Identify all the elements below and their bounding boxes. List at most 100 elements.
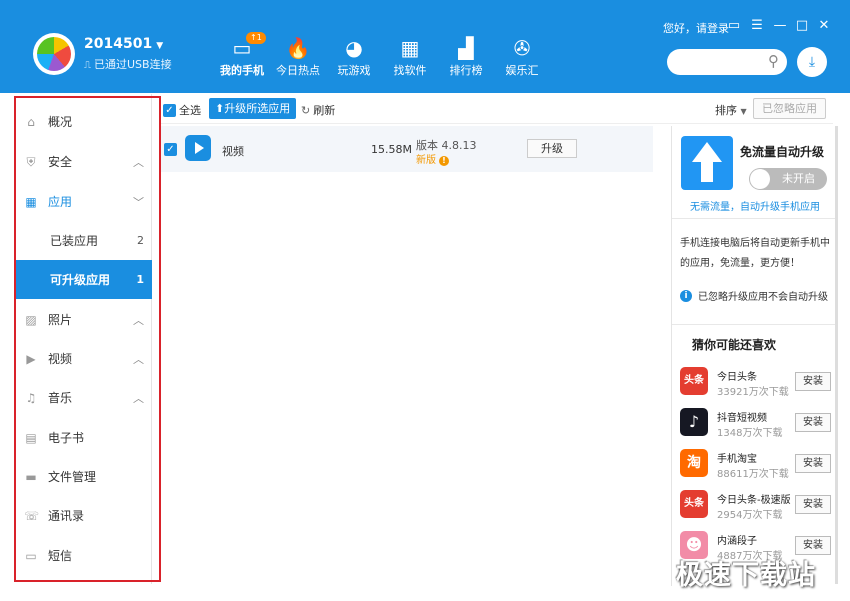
caret-down-icon: ▼	[156, 41, 164, 51]
connection-status: ⎍ 已通过USB连接	[84, 56, 172, 72]
list-item: 头条 今日头条-极速版 2954万次下载 安装	[680, 487, 836, 527]
sort-label: 排序	[715, 104, 737, 117]
rec-app-downloads: 33921万次下载	[717, 387, 789, 398]
upgrade-arrow-icon	[681, 136, 733, 190]
sidebar-item-label: 可升级应用	[50, 273, 111, 287]
watermark: 极速下载站	[676, 560, 816, 591]
sidebar-item-upgradable-apps[interactable]: 可升级应用 1	[14, 260, 152, 299]
chevron-up-icon: ︿	[133, 391, 144, 405]
upgrade-selected-label: 升级所选应用	[224, 102, 291, 115]
chevron-up-icon: ︿	[133, 352, 144, 366]
home-icon: ⌂	[27, 114, 35, 129]
nav-label: 找软件	[393, 64, 427, 77]
install-button[interactable]: 安装	[795, 495, 831, 514]
book-icon: ▤	[25, 430, 37, 445]
douyin-app-icon: ♪	[680, 408, 708, 436]
upgrade-button[interactable]: 升级	[527, 139, 577, 158]
rec-app-downloads: 2954万次下载	[717, 510, 783, 521]
recommendations-title: 猜你可能还喜欢	[692, 338, 777, 352]
nav-my-phone[interactable]: ▭ ↑1 我的手机	[214, 32, 270, 78]
nav-entertainment[interactable]: ✇ 娱乐汇	[494, 34, 550, 78]
download-manager-button[interactable]: ⤓	[797, 47, 827, 77]
nav-hot-topics[interactable]: 🔥 今日热点	[270, 34, 326, 78]
arrow-up-icon: ⬆	[215, 102, 225, 115]
sidebar-item-apps[interactable]: ▦ 应用 ﹀	[14, 182, 152, 221]
rec-app-name: 手机淘宝	[717, 454, 757, 465]
menu-icon[interactable]: ☰	[749, 18, 765, 33]
music-icon: ♫	[25, 390, 37, 405]
sidebar-item-file-manager[interactable]: ▬ 文件管理	[14, 457, 152, 496]
app-logo	[33, 33, 75, 75]
app-name: 视频	[222, 145, 244, 158]
nav-label: 娱乐汇	[505, 64, 539, 77]
connection-label: 已通过USB连接	[94, 58, 172, 71]
shield-icon: ⛨	[26, 154, 36, 169]
item-count: 1	[136, 273, 144, 286]
feedback-icon[interactable]: ▭	[726, 18, 742, 33]
divider	[672, 324, 836, 325]
rec-app-name: 抖音短视频	[717, 413, 767, 424]
select-all-checkbox[interactable]: ✓ 全选	[163, 102, 201, 118]
row-checkbox[interactable]: ✓	[164, 143, 177, 156]
sort-dropdown[interactable]: 排序 ▼	[715, 102, 747, 118]
item-count: 2	[137, 234, 144, 247]
refresh-label: 刷新	[313, 104, 336, 117]
rec-app-downloads: 88611万次下载	[717, 469, 789, 480]
ignore-note: i 已忽略升级应用不会自动升级	[680, 288, 828, 303]
nav-rankings[interactable]: ▟ 排行榜	[438, 34, 494, 78]
nav-software[interactable]: ▦ 找软件	[382, 34, 438, 78]
sidebar-item-contacts[interactable]: ☏ 通讯录	[14, 496, 152, 535]
sidebar-item-label: 安全	[48, 155, 73, 169]
sidebar-item-label: 照片	[48, 313, 73, 327]
toggle-label: 未开启	[782, 172, 815, 185]
sidebar-item-music[interactable]: ♫ 音乐 ︿	[14, 378, 152, 417]
app-size: 15.58M	[371, 143, 412, 156]
minimize-icon[interactable]: —	[772, 18, 788, 33]
sidebar-item-label: 短信	[48, 549, 73, 563]
search-input[interactable]: ⚲	[667, 49, 787, 75]
ignored-apps-button[interactable]: 已忽略应用	[753, 98, 826, 119]
select-all-label: 全选	[179, 104, 201, 117]
new-version-text: 新版	[416, 155, 436, 166]
auto-upgrade-toggle[interactable]: 未开启	[749, 168, 827, 190]
install-button[interactable]: 安装	[795, 372, 831, 391]
close-icon[interactable]: ✕	[816, 18, 832, 33]
video-app-icon	[185, 135, 211, 161]
refresh-button[interactable]: ↻ 刷新	[301, 102, 335, 118]
sidebar-item-photos[interactable]: ▨ 照片 ︿	[14, 300, 152, 339]
sidebar-item-videos[interactable]: ▶ 视频 ︿	[14, 339, 152, 378]
sidebar-item-label: 音乐	[48, 391, 73, 405]
divider	[672, 218, 836, 219]
upgrade-selected-button[interactable]: ⬆升级所选应用	[209, 98, 297, 119]
apps-icon: ▦	[25, 194, 37, 209]
panel-subtitle-link[interactable]: 无需流量，自动升级手机应用	[690, 198, 820, 213]
image-icon: ▨	[25, 312, 37, 327]
sidebar-item-overview[interactable]: ⌂ 概况	[14, 102, 152, 141]
rec-app-name: 今日头条-极速版	[717, 495, 791, 506]
table-row[interactable]: ✓ 视频 15.58M 版本 4.8.13 新版! 升级	[161, 126, 653, 172]
panel-scrollbar[interactable]	[835, 126, 838, 584]
sidebar-item-ebooks[interactable]: ▤ 电子书	[14, 418, 152, 457]
nav-label: 玩游戏	[337, 64, 371, 77]
bar-chart-icon: ▟	[458, 36, 474, 60]
sidebar-item-sms[interactable]: ▭ 短信	[14, 536, 152, 575]
toggle-knob	[750, 169, 770, 189]
sidebar-item-security[interactable]: ⛨ 安全 ︿	[14, 142, 152, 181]
nav-games[interactable]: ◕ 玩游戏	[326, 34, 382, 78]
device-selector[interactable]: 2014501 ▼	[84, 36, 163, 52]
maximize-icon[interactable]: □	[794, 18, 810, 33]
sidebar-item-label: 电子书	[48, 431, 85, 445]
install-button[interactable]: 安装	[795, 413, 831, 432]
list-item: 头条 今日头条 33921万次下载 安装	[680, 364, 836, 404]
nav-label: 排行榜	[449, 64, 483, 77]
sidebar-item-label: 视频	[48, 352, 73, 366]
install-button[interactable]: 安装	[795, 454, 831, 473]
sidebar-item-installed-apps[interactable]: 已装应用 2	[14, 221, 152, 260]
login-link[interactable]: 您好，请登录	[663, 20, 729, 36]
info-warning-icon[interactable]: !	[439, 156, 449, 166]
rec-app-name: 内涵段子	[717, 536, 757, 547]
sms-icon: ▭	[25, 548, 37, 563]
search-icon[interactable]: ⚲	[768, 52, 779, 70]
usb-icon: ⎍	[84, 60, 91, 71]
top-nav: ▭ ↑1 我的手机 🔥 今日热点 ◕ 玩游戏 ▦ 找软件 ▟ 排行榜 ✇ 娱乐汇	[214, 32, 550, 78]
